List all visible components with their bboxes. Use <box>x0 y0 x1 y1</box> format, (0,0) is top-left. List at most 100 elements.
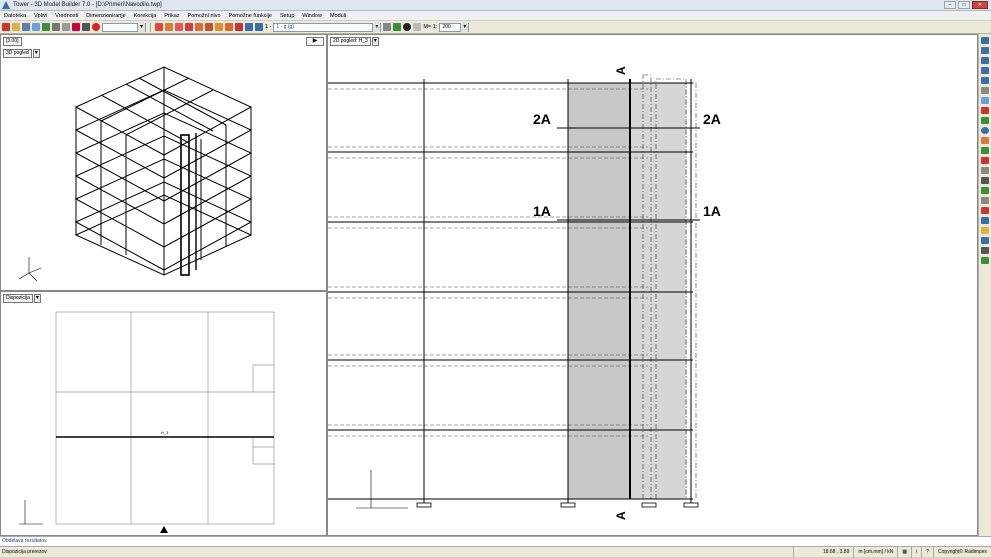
app-logo-icon <box>2 1 10 9</box>
layers-icon[interactable] <box>82 23 90 31</box>
redo-icon[interactable] <box>255 23 263 31</box>
pane-disposition[interactable]: Dispozicija ▾ H_3 <box>0 291 327 536</box>
moment-icon[interactable] <box>175 23 183 31</box>
axis-triad <box>18 257 42 282</box>
layer-combo[interactable]: 1 - g (g) <box>273 22 382 32</box>
select-icon[interactable] <box>981 97 989 104</box>
minimize-icon[interactable]: – <box>944 1 956 9</box>
mirror-icon[interactable] <box>981 147 989 154</box>
scale-combo[interactable]: 200 <box>439 22 470 32</box>
stop-icon[interactable] <box>92 23 100 31</box>
main-toolbar: 1 - 1 - g (g) M= 1: 200 <box>0 21 991 34</box>
status-grid-icon[interactable]: ▦ <box>897 547 911 558</box>
grid-icon[interactable] <box>981 87 989 94</box>
menu-pomozni-nivo[interactable]: Pomožni nivo <box>184 13 225 19</box>
snap-icon[interactable] <box>981 187 989 194</box>
section-2a-left: 2A <box>533 111 551 127</box>
status-info-icon[interactable]: i <box>911 547 921 558</box>
temperature-icon[interactable] <box>205 23 213 31</box>
axis-icon[interactable] <box>981 77 989 84</box>
section-a-bottom: A <box>614 511 628 520</box>
section-icon[interactable] <box>981 247 989 254</box>
support-icon[interactable] <box>165 23 173 31</box>
section-2a-right: 2A <box>703 111 721 127</box>
open-file-icon[interactable] <box>12 23 20 31</box>
move-icon[interactable] <box>981 157 989 164</box>
section-a-top: A <box>614 66 628 75</box>
status-coords: 18.68 , 3.89 <box>793 547 853 558</box>
menu-bar: Datoteka Vplivi Vrednosti Dimenzioniranj… <box>0 11 991 21</box>
window-title: Tower - 3D Model Builder 7.0 - [D:\Prime… <box>13 2 162 8</box>
force-icon[interactable] <box>185 23 193 31</box>
hand-icon[interactable] <box>981 177 989 184</box>
dimension-icon[interactable] <box>413 23 422 31</box>
disk-icon[interactable] <box>383 23 392 31</box>
menu-pomozne-funkcije[interactable]: Pomožne funkcije <box>225 13 276 19</box>
menu-korekcija[interactable]: Korekcija <box>130 13 161 19</box>
spring-icon[interactable] <box>195 23 203 31</box>
contrast-icon[interactable] <box>403 23 412 31</box>
section-1a-left: 1A <box>533 203 551 219</box>
node-icon[interactable] <box>981 37 989 44</box>
export-icon[interactable] <box>393 23 402 31</box>
message-bar: Obdelava rezultatov <box>0 536 991 546</box>
rotate-icon[interactable] <box>981 137 989 144</box>
status-mode: Dispozicija prerezov <box>2 549 47 555</box>
house-icon[interactable] <box>225 23 233 31</box>
marker-icon[interactable] <box>72 23 80 31</box>
menu-prikaz[interactable]: Prikaz <box>160 13 183 19</box>
maximize-icon[interactable]: □ <box>958 1 970 9</box>
menu-moduli[interactable]: Moduli <box>326 13 350 19</box>
cube-icon[interactable] <box>981 237 989 244</box>
new-file-icon[interactable] <box>2 23 10 31</box>
axis-triad-2d <box>356 470 408 509</box>
delete-icon[interactable] <box>981 107 989 114</box>
shaded-wall <box>568 83 630 499</box>
undo-icon[interactable] <box>245 23 253 31</box>
tools-icon[interactable] <box>235 23 243 31</box>
right-toolbar <box>978 34 991 536</box>
menu-vplivi[interactable]: Vplivi <box>30 13 51 19</box>
print-icon[interactable] <box>32 23 40 31</box>
plate-icon[interactable] <box>981 57 989 64</box>
wireframe-3d-model <box>18 66 253 282</box>
measure-icon[interactable] <box>981 197 989 204</box>
color-map-icon[interactable] <box>981 227 989 234</box>
window-controls: – □ ✕ <box>944 1 988 9</box>
pane-3d-view[interactable]: [3.00] 3D pogled ▾ ▶ <box>0 34 327 291</box>
scale-label: M= 1: <box>423 24 438 30</box>
dimension-icon[interactable] <box>981 117 989 124</box>
menu-window[interactable]: Window <box>298 13 326 19</box>
status-units[interactable]: m [cm,mm] / kN <box>853 547 897 558</box>
copy-icon[interactable] <box>981 167 989 174</box>
table-icon[interactable] <box>52 23 60 31</box>
status-bar: Dispozicija prerezov 18.68 , 3.89 m [cm,… <box>0 546 991 558</box>
align-icon[interactable] <box>62 23 70 31</box>
wall-icon[interactable] <box>981 67 989 74</box>
disp-axis-label: H_3 <box>161 430 169 435</box>
info-icon[interactable] <box>981 127 989 134</box>
pane-2d-view[interactable]: 2D pogled: H_3 ▾ 2A 2A 1A 1A A A <box>327 34 978 536</box>
close-icon[interactable]: ✕ <box>972 1 988 9</box>
menu-vrednosti[interactable]: Vrednosti <box>51 13 82 19</box>
grid-icon[interactable] <box>42 23 50 31</box>
window-titlebar: Tower - 3D Model Builder 7.0 - [D:\Prime… <box>0 0 991 11</box>
level-combo[interactable] <box>102 22 146 32</box>
section-1a-right: 1A <box>703 203 721 219</box>
status-help-icon[interactable]: ? <box>921 547 933 558</box>
up-arrow-icon[interactable] <box>215 23 223 31</box>
menu-dimenzioniranje[interactable]: Dimenzioniranje <box>82 13 129 19</box>
save-icon[interactable] <box>22 23 30 31</box>
menu-setup[interactable]: Setup <box>276 13 298 19</box>
beam-icon[interactable] <box>981 47 989 54</box>
layer-number-label: 1 - <box>265 24 272 30</box>
menu-datoteka[interactable]: Datoteka <box>0 13 30 19</box>
disposition-plan: H_3 <box>19 311 275 533</box>
frame-elevation-drawing: 2A 2A 1A 1A A A <box>328 66 721 520</box>
results-icon[interactable] <box>981 217 989 224</box>
toolbar-separator <box>150 22 151 32</box>
load-arrow-icon[interactable] <box>981 207 989 214</box>
load-icon[interactable] <box>155 23 163 31</box>
tree-icon[interactable] <box>981 257 989 264</box>
status-copyright: Copyright© Radimpex <box>933 547 991 558</box>
